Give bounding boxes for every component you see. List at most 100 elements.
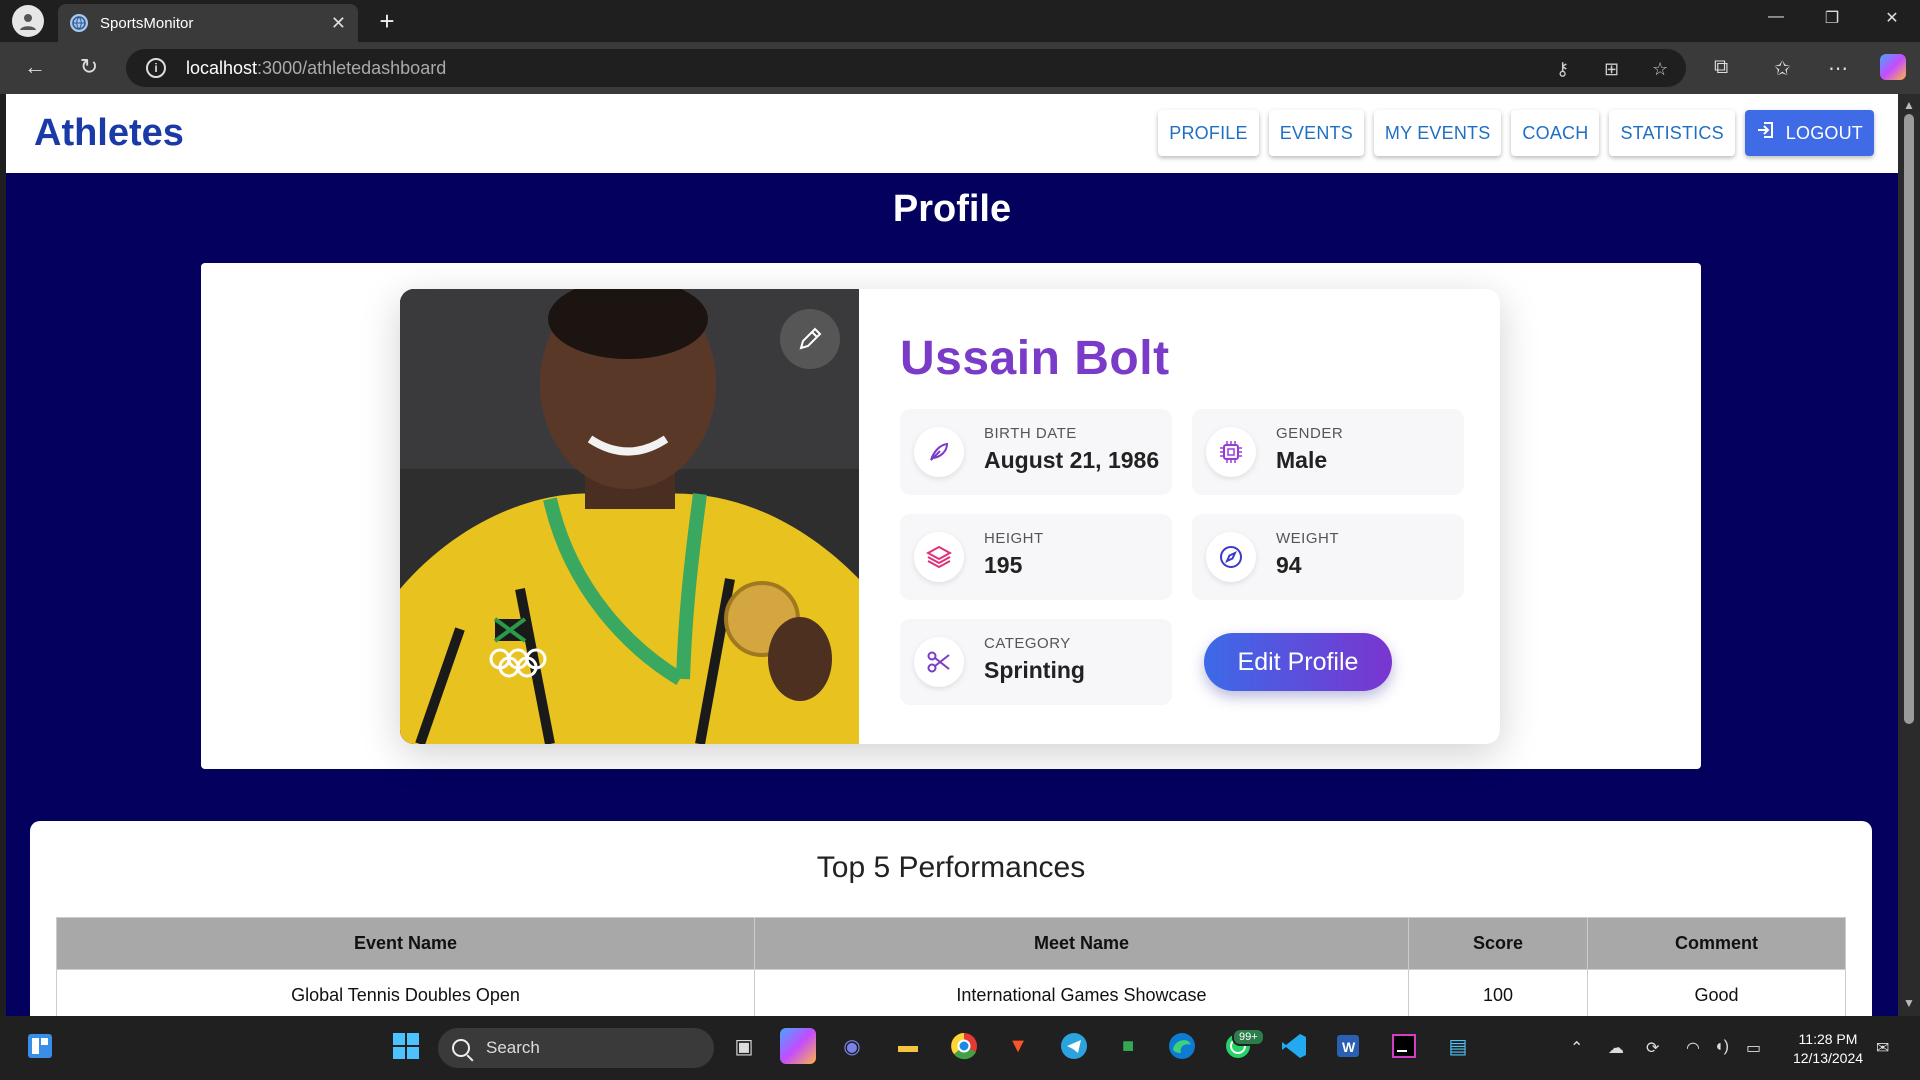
nav-profile-button[interactable]: PROFILE bbox=[1158, 110, 1259, 156]
taskbar-search[interactable]: Search bbox=[438, 1028, 714, 1068]
birth-date-card: BIRTH DATE August 21, 1986 bbox=[900, 409, 1172, 495]
cell-score: 100 bbox=[1408, 969, 1588, 1016]
nav-events-button[interactable]: EVENTS bbox=[1268, 110, 1364, 156]
search-icon bbox=[452, 1039, 470, 1057]
edit-profile-button[interactable]: Edit Profile bbox=[1204, 633, 1392, 691]
key-icon[interactable]: ⚷ bbox=[1556, 59, 1569, 80]
widgets-icon[interactable] bbox=[22, 1028, 58, 1064]
windows-start-icon[interactable] bbox=[388, 1028, 424, 1064]
category-card: CATEGORY Sprinting bbox=[900, 619, 1172, 705]
taskbar-clock[interactable]: 11:28 PM 12/13/2024 bbox=[1786, 1030, 1870, 1068]
athlete-photo bbox=[400, 289, 859, 744]
url-host: localhost bbox=[186, 57, 258, 78]
page-viewport: Athletes PROFILE EVENTS MY EVENTS COACH … bbox=[6, 94, 1898, 1016]
scrollbar-thumb[interactable] bbox=[1904, 114, 1914, 724]
table-row: Global Tennis Doubles Open International… bbox=[56, 969, 1846, 1016]
chip-icon bbox=[1206, 427, 1256, 477]
new-tab-icon[interactable]: + bbox=[372, 6, 402, 37]
page-title: Profile bbox=[892, 188, 1012, 230]
notifications-icon[interactable]: ✉ bbox=[1876, 1038, 1889, 1058]
weight-card: WEIGHT 94 bbox=[1192, 514, 1464, 600]
column-header-comment: Comment bbox=[1587, 917, 1846, 970]
close-window-icon[interactable]: ✕ bbox=[1872, 8, 1912, 28]
favorite-star-icon[interactable]: ☆ bbox=[1652, 59, 1668, 80]
logout-button[interactable]: LOGOUT bbox=[1744, 110, 1874, 156]
word-icon[interactable]: W bbox=[1330, 1028, 1366, 1064]
url-path: :3000/athletedashboard bbox=[257, 57, 447, 78]
performances-table: Event Name Meet Name Score Comment Globa… bbox=[56, 917, 1846, 1016]
back-arrow-icon[interactable]: ← bbox=[20, 54, 50, 80]
battery-icon[interactable]: ▭ bbox=[1746, 1038, 1761, 1058]
teams-icon[interactable]: ◉ bbox=[834, 1028, 870, 1064]
compass-icon bbox=[1206, 532, 1256, 582]
clock-time: 11:28 PM bbox=[1798, 1031, 1858, 1047]
pencil-icon[interactable] bbox=[780, 309, 840, 369]
main-nav: PROFILE EVENTS MY EVENTS COACH STATISTIC… bbox=[1158, 110, 1874, 156]
nav-coach-button[interactable]: COACH bbox=[1511, 110, 1600, 156]
info-icon[interactable]: i bbox=[146, 58, 166, 78]
logout-icon bbox=[1756, 120, 1776, 146]
gender-value: Male bbox=[1276, 447, 1328, 473]
edge-icon[interactable] bbox=[1164, 1028, 1200, 1064]
address-bar[interactable]: i localhost :3000/athletedashboard ⚷ ⊞ ☆ bbox=[126, 49, 1686, 87]
intellij-icon[interactable] bbox=[1386, 1028, 1422, 1064]
clock-date: 12/13/2024 bbox=[1792, 1050, 1864, 1066]
logout-label: LOGOUT bbox=[1785, 122, 1863, 143]
browser-tab-bar: SportsMonitor ✕ + — ❐ ✕ bbox=[0, 0, 1920, 42]
task-view-icon[interactable]: ▣ bbox=[726, 1028, 762, 1064]
file-explorer-icon[interactable]: ▬ bbox=[890, 1028, 926, 1064]
gender-card: GENDER Male bbox=[1192, 409, 1464, 495]
cell-comment: Good bbox=[1587, 969, 1846, 1016]
app-grid-icon[interactable]: ⊞ bbox=[1604, 59, 1619, 80]
weight-value: 94 bbox=[1276, 552, 1302, 578]
show-hidden-icons[interactable]: ⌃ bbox=[1570, 1038, 1583, 1058]
performances-title: Top 5 Performances bbox=[816, 851, 1086, 884]
layers-icon bbox=[914, 532, 964, 582]
athlete-name: Ussain Bolt bbox=[900, 332, 1170, 385]
copilot-icon[interactable] bbox=[1880, 54, 1906, 80]
browser-tab[interactable]: SportsMonitor ✕ bbox=[58, 4, 358, 42]
birth-date-value: August 21, 1986 bbox=[984, 447, 1160, 473]
page-scrollbar[interactable]: ▲ ▼ bbox=[1898, 94, 1920, 1016]
column-header-meet-name: Meet Name bbox=[754, 917, 1409, 970]
scissors-icon bbox=[914, 637, 964, 687]
close-tab-icon[interactable]: ✕ bbox=[331, 13, 346, 34]
brave-icon[interactable]: ▼ bbox=[1000, 1028, 1036, 1064]
nav-statistics-button[interactable]: STATISTICS bbox=[1609, 110, 1735, 156]
gender-label: GENDER bbox=[1276, 425, 1344, 442]
category-label: CATEGORY bbox=[984, 635, 1071, 652]
svg-text:W: W bbox=[1342, 1039, 1356, 1055]
height-card: HEIGHT 195 bbox=[900, 514, 1172, 600]
feather-icon bbox=[914, 427, 964, 477]
wifi-icon[interactable]: ◠ bbox=[1686, 1038, 1700, 1058]
more-menu-icon[interactable]: ⋯ bbox=[1828, 56, 1848, 81]
birth-date-label: BIRTH DATE bbox=[984, 425, 1077, 442]
copilot-app-icon[interactable] bbox=[780, 1028, 816, 1064]
height-label: HEIGHT bbox=[984, 530, 1044, 547]
vscode-icon[interactable] bbox=[1276, 1028, 1312, 1064]
notepad-icon[interactable]: ▤ bbox=[1440, 1028, 1476, 1064]
reload-icon[interactable]: ↻ bbox=[74, 54, 104, 80]
tab-title: SportsMonitor bbox=[100, 14, 194, 32]
scroll-up-icon[interactable]: ▲ bbox=[1903, 98, 1915, 112]
extensions-icon[interactable]: ⧉ bbox=[1714, 56, 1728, 79]
whatsapp-unread-badge: 99+ bbox=[1232, 1028, 1265, 1046]
performances-panel: Top 5 Performances Event Name Meet Name … bbox=[30, 821, 1872, 1016]
app-header: Athletes PROFILE EVENTS MY EVENTS COACH … bbox=[6, 94, 1898, 173]
nav-my-events-button[interactable]: MY EVENTS bbox=[1373, 110, 1502, 156]
minimize-icon[interactable]: — bbox=[1756, 8, 1796, 26]
browser-toolbar: ← ↻ i localhost :3000/athletedashboard ⚷… bbox=[0, 42, 1920, 94]
meet-icon[interactable]: ■ bbox=[1110, 1028, 1146, 1064]
telegram-icon[interactable] bbox=[1056, 1028, 1092, 1064]
cell-event-name: Global Tennis Doubles Open bbox=[56, 969, 755, 1016]
favorites-icon[interactable]: ✩ bbox=[1774, 56, 1791, 81]
volume-icon[interactable]: ◖) bbox=[1714, 1038, 1729, 1056]
chrome-icon[interactable] bbox=[946, 1028, 982, 1064]
browser-profile-icon[interactable] bbox=[12, 5, 44, 37]
profile-panel: Ussain Bolt BIRTH DATE August 21, 1986 G… bbox=[201, 263, 1701, 769]
sync-icon[interactable]: ⟳ bbox=[1646, 1038, 1659, 1058]
onedrive-icon[interactable]: ☁ bbox=[1608, 1038, 1624, 1058]
restore-icon[interactable]: ❐ bbox=[1812, 8, 1852, 28]
scroll-down-icon[interactable]: ▼ bbox=[1903, 996, 1915, 1010]
brand-title[interactable]: Athletes bbox=[34, 112, 184, 155]
